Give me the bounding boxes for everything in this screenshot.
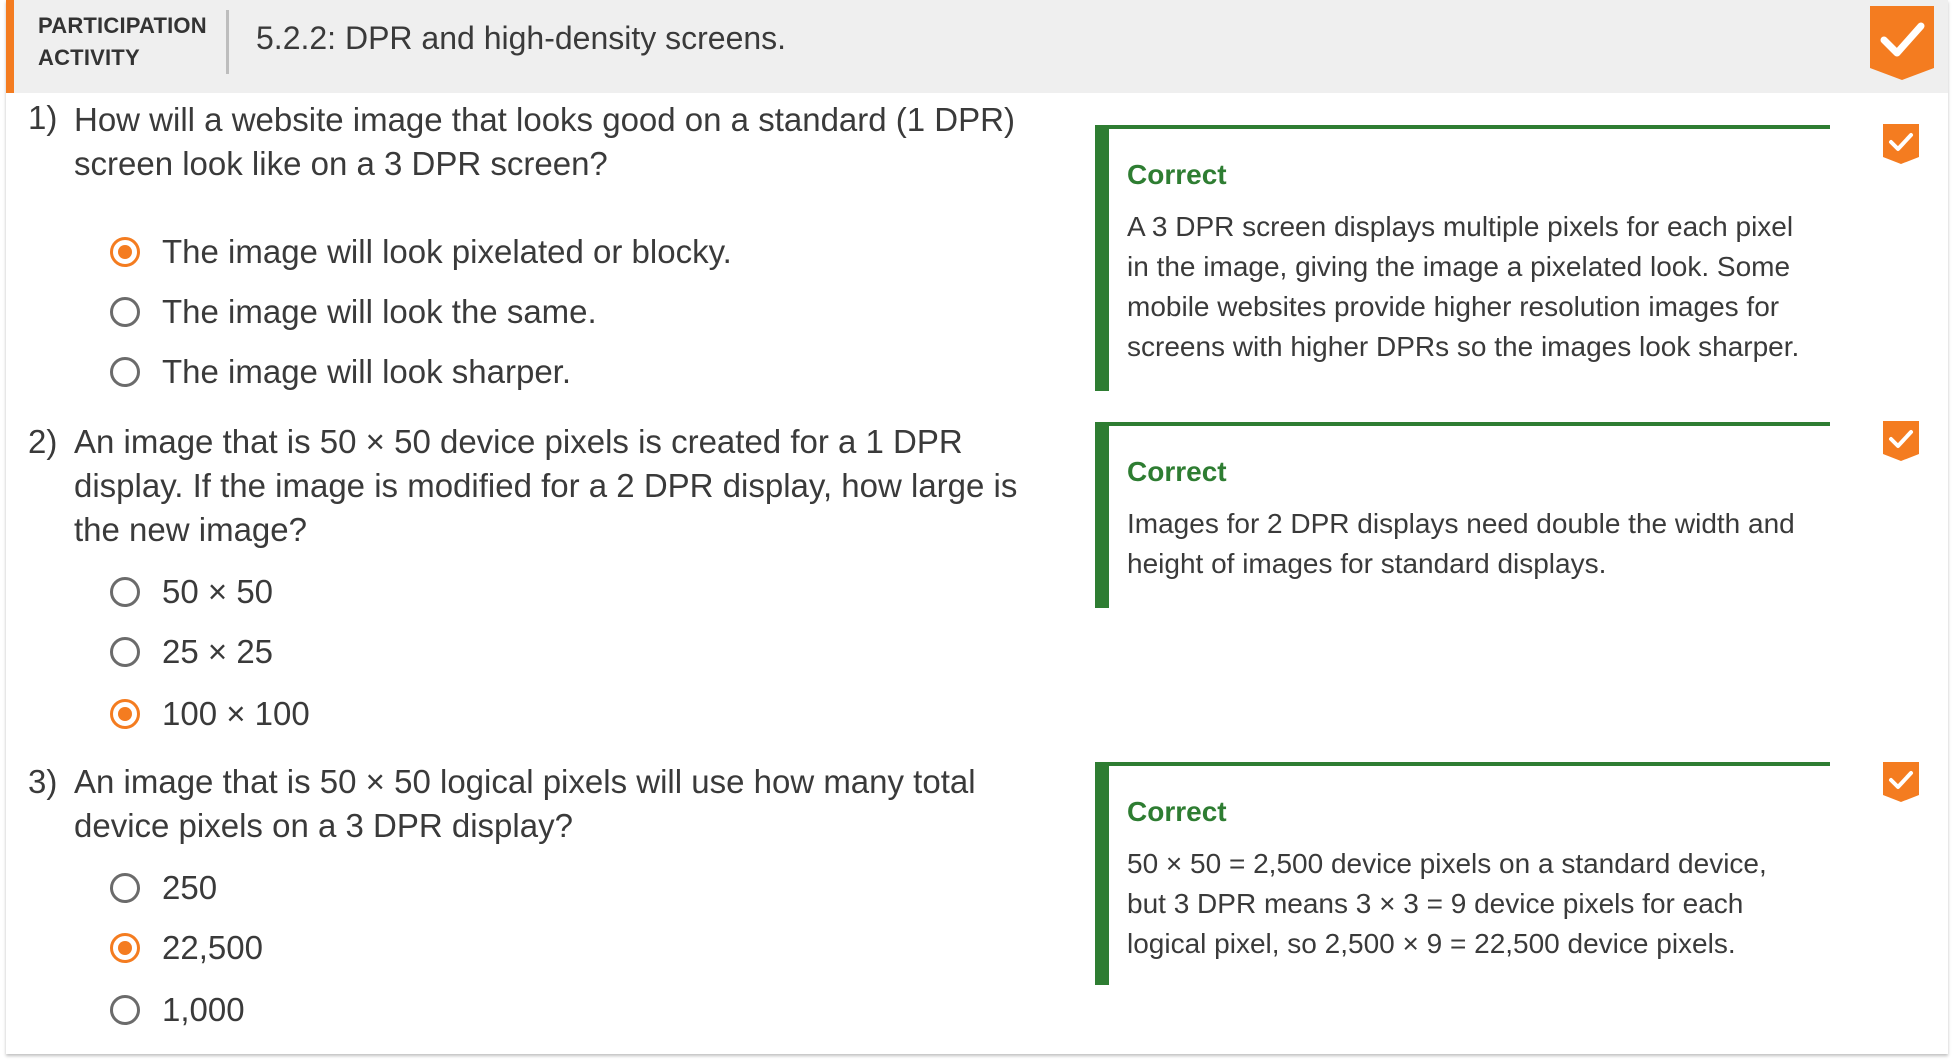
feedback-text: A 3 DPR screen displays multiple pixels … <box>1127 211 1800 362</box>
choice-option[interactable]: 100 × 100 <box>110 692 310 736</box>
choice-label[interactable]: The image will look sharper. <box>162 353 571 391</box>
feedback-text: Images for 2 DPR displays need double th… <box>1127 508 1795 579</box>
radio-unselected-icon[interactable] <box>110 297 140 327</box>
feedback-panel: Correct A 3 DPR screen displays multiple… <box>1095 125 1830 391</box>
feedback-title: Correct <box>1127 159 1227 190</box>
choice-label[interactable]: 50 × 50 <box>162 573 273 611</box>
choice-label[interactable]: The image will look pixelated or blocky. <box>162 233 732 271</box>
radio-unselected-icon[interactable] <box>110 577 140 607</box>
participation-activity-card: PARTICIPATION ACTIVITY 5.2.2: DPR and hi… <box>6 0 1948 1054</box>
question-correct-check-icon <box>1883 421 1919 461</box>
choice-label[interactable]: 1,000 <box>162 991 245 1029</box>
question-number: 1) <box>28 99 58 136</box>
activity-type-line1: PARTICIPATION <box>38 13 207 38</box>
feedback-text: 50 × 50 = 2,500 device pixels on a stand… <box>1127 848 1767 959</box>
feedback-title: Correct <box>1127 456 1227 487</box>
activity-type-label: PARTICIPATION ACTIVITY <box>38 10 208 74</box>
choice-option[interactable]: 250 <box>110 866 217 910</box>
radio-selected-icon[interactable] <box>110 933 140 963</box>
question-correct-check-icon <box>1883 124 1919 164</box>
question-text: An image that is 50 × 50 logical pixels … <box>74 763 976 844</box>
choice-label[interactable]: 100 × 100 <box>162 695 310 733</box>
choice-label[interactable]: The image will look the same. <box>162 293 597 331</box>
choice-option[interactable]: The image will look sharper. <box>110 350 571 394</box>
radio-unselected-icon[interactable] <box>110 873 140 903</box>
radio-selected-icon[interactable] <box>110 237 140 267</box>
activity-title: 5.2.2: DPR and high-density screens. <box>256 20 787 56</box>
radio-unselected-icon[interactable] <box>110 637 140 667</box>
choice-option[interactable]: 25 × 25 <box>110 630 273 674</box>
radio-selected-icon[interactable] <box>110 699 140 729</box>
question-text: How will a website image that looks good… <box>74 101 1015 182</box>
choice-option[interactable]: 22,500 <box>110 926 263 970</box>
choice-option[interactable]: The image will look the same. <box>110 290 597 334</box>
radio-unselected-icon[interactable] <box>110 995 140 1025</box>
header-divider <box>226 10 229 74</box>
question-text: An image that is 50 × 50 device pixels i… <box>74 423 1018 548</box>
feedback-title: Correct <box>1127 796 1227 827</box>
choice-label[interactable]: 25 × 25 <box>162 633 273 671</box>
feedback-panel: Correct 50 × 50 = 2,500 device pixels on… <box>1095 762 1830 985</box>
choice-label[interactable]: 250 <box>162 869 217 907</box>
question-correct-check-icon <box>1883 762 1919 802</box>
radio-unselected-icon[interactable] <box>110 357 140 387</box>
activity-type-line2: ACTIVITY <box>38 45 140 70</box>
activity-header: PARTICIPATION ACTIVITY 5.2.2: DPR and hi… <box>6 0 1948 93</box>
feedback-panel: Correct Images for 2 DPR displays need d… <box>1095 422 1830 608</box>
choice-option[interactable]: 1,000 <box>110 988 245 1032</box>
choice-label[interactable]: 22,500 <box>162 929 263 967</box>
question-number: 3) <box>28 763 58 800</box>
question-number: 2) <box>28 423 58 460</box>
completion-check-icon <box>1870 6 1934 80</box>
choice-option[interactable]: The image will look pixelated or blocky. <box>110 230 732 274</box>
choice-option[interactable]: 50 × 50 <box>110 570 273 614</box>
